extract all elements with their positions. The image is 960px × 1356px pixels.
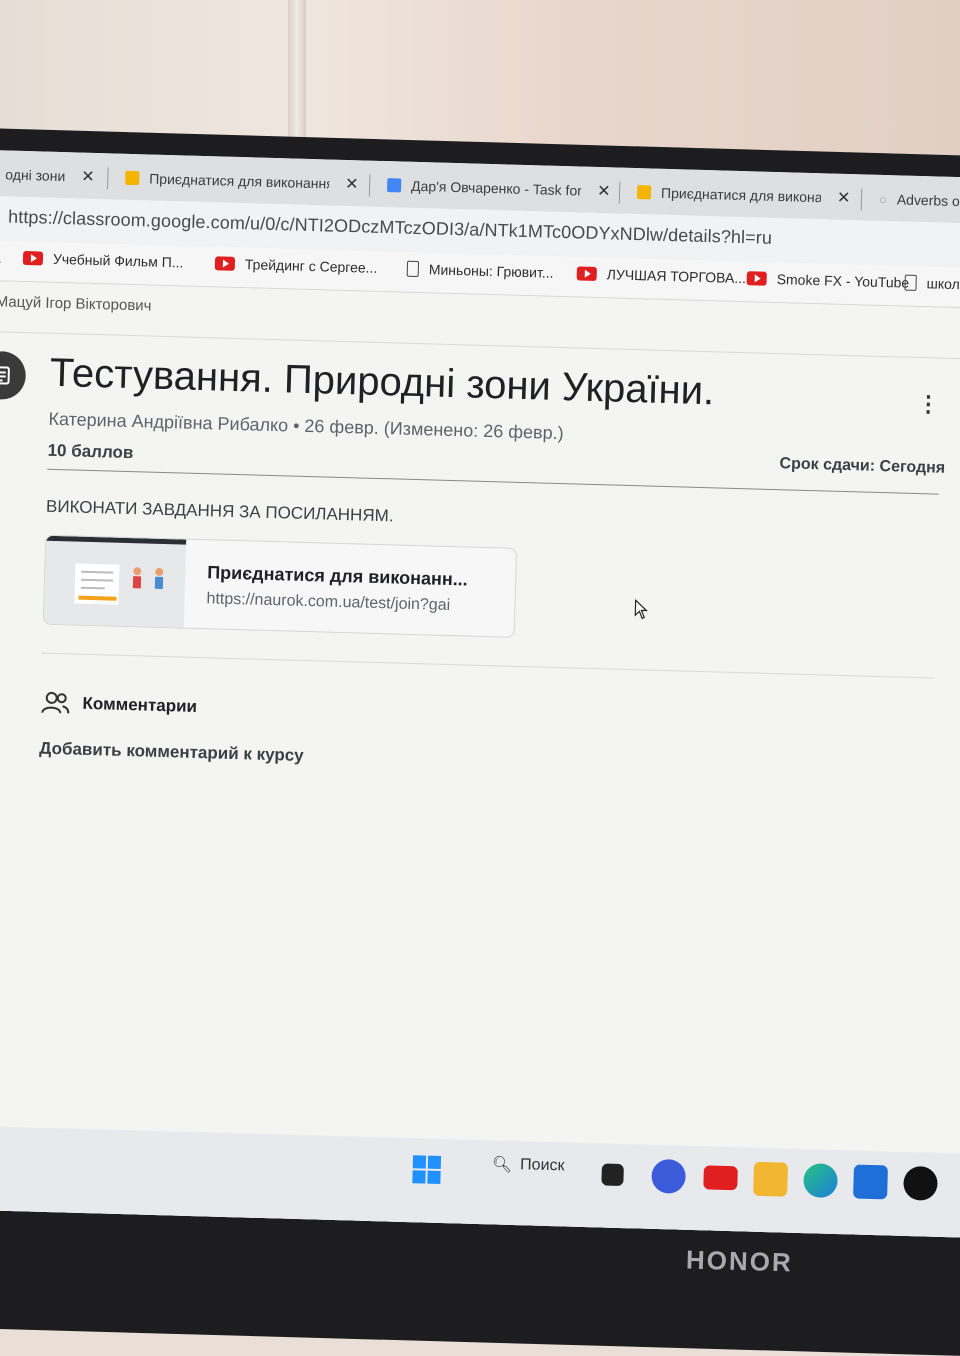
tab-label: Приєднатися для виконання — [661, 185, 821, 205]
bookmark-item[interactable]: школ — [904, 275, 960, 293]
youtube-icon — [23, 251, 43, 266]
bell-icon — [637, 185, 651, 199]
people-icon — [40, 691, 71, 721]
bell-icon — [125, 171, 139, 185]
taskbar-search[interactable]: 🔍︎ Поиск — [492, 1154, 565, 1176]
close-icon[interactable]: ✕ — [597, 181, 611, 201]
page-title: Тестування. Природні зони України. — [49, 351, 715, 415]
tab-label: Приєднатися для виконання — [149, 170, 329, 191]
close-icon[interactable]: ✕ — [81, 167, 95, 187]
divider — [42, 653, 934, 679]
youtube-icon — [747, 271, 767, 286]
attachment-url: https://naurok.com.ua/test/join?gai — [206, 590, 496, 616]
bookmark-label: Трейдинг с Сергее... — [245, 256, 378, 276]
attachment-title: Приєднатися для виконанн... — [207, 562, 468, 590]
bookmark-item[interactable]: Трейдинг с Сергее... — [215, 255, 378, 276]
mail-icon[interactable] — [853, 1165, 888, 1200]
browser-tab-3[interactable]: Дар'я Овчаренко - Task for ✕ — [379, 167, 626, 210]
bookmark-label: школ — [926, 275, 960, 292]
attachment-thumbnail — [44, 536, 187, 633]
folder-icon[interactable] — [753, 1162, 788, 1197]
close-icon[interactable]: ✕ — [837, 188, 851, 208]
add-comment-link[interactable]: Добавить комментарий к курсу — [39, 739, 304, 766]
browser-tab-4[interactable]: Приєднатися для виконання ✕ — [629, 174, 871, 217]
bookmark-item[interactable]: Учебный Фильм П... — [23, 250, 184, 270]
mouse-cursor-icon — [634, 599, 649, 624]
bookmark-label: Учебный Фильм П... — [53, 251, 184, 271]
close-icon[interactable]: ✕ — [345, 174, 359, 194]
task-view-icon[interactable] — [601, 1163, 624, 1186]
bookmark-label: ЛУЧШАЯ ТОРГОВА... — [607, 266, 747, 286]
more-vert-icon[interactable]: ⋮ — [917, 391, 940, 418]
assignment-meta: Катерина Андріївна Рибалко • 26 февр. (И… — [48, 409, 564, 444]
wall-corner — [288, 0, 306, 150]
browser-tab-5[interactable]: ○ Adverbs ofMan — [870, 181, 960, 221]
browser-tab-2[interactable]: Приєднатися для виконання ✕ — [117, 160, 374, 203]
youtube-icon[interactable] — [703, 1165, 738, 1190]
due-date: Срок сдачи: Сегодня — [779, 455, 945, 478]
breadcrumb[interactable]: Мацуй Ігор Вікторович — [0, 293, 152, 314]
bookmark-item[interactable]: Smoke FX - YouTube — [746, 270, 909, 291]
bookmark-label: а — [0, 249, 1, 265]
search-icon: ○ — [879, 191, 887, 206]
bookmark-label: Smoke FX - YouTube — [776, 271, 909, 291]
youtube-icon — [577, 266, 597, 281]
browser-tab-1[interactable]: одні зони ✕ — [0, 156, 114, 195]
instructions-text: ВИКОНАТИ ЗАВДАННЯ ЗА ПОСИЛАННЯМ. — [46, 497, 394, 527]
bookmark-item[interactable]: Миньоны: Грювит... — [407, 261, 554, 281]
device-brand-logo: HONOR — [686, 1245, 794, 1279]
docs-icon — [387, 178, 401, 192]
bookmark-item[interactable]: а — [0, 249, 1, 265]
attachment-card[interactable]: Приєднатися для виконанн... https://naur… — [43, 535, 517, 638]
comments-heading: Комментарии — [82, 694, 197, 717]
bookmark-item[interactable]: ЛУЧШАЯ ТОРГОВА... — [577, 265, 747, 286]
points-label: 10 баллов — [47, 441, 133, 463]
page-icon — [407, 261, 419, 277]
search-label: Поиск — [520, 1156, 565, 1175]
classroom-page: Мацуй Ігор Вікторович Тестування. Природ… — [0, 281, 960, 1238]
youtube-icon — [215, 256, 235, 271]
tab-label: одні зони — [5, 166, 65, 184]
windows-start-icon[interactable] — [411, 1154, 442, 1185]
bookmark-label: Миньоны: Грювит... — [429, 261, 554, 280]
zoom-icon[interactable] — [651, 1159, 686, 1194]
edge-icon[interactable] — [803, 1163, 838, 1198]
tab-label: Дар'я Овчаренко - Task for — [411, 178, 581, 199]
search-icon: 🔍︎ — [492, 1154, 513, 1175]
tab-label: Adverbs ofMan — [897, 191, 960, 210]
screen: одні зони ✕ Приєднатися для виконання ✕ … — [0, 150, 960, 1238]
assignment-icon — [0, 351, 26, 400]
tiktok-icon[interactable] — [903, 1166, 938, 1201]
page-icon — [904, 275, 916, 291]
